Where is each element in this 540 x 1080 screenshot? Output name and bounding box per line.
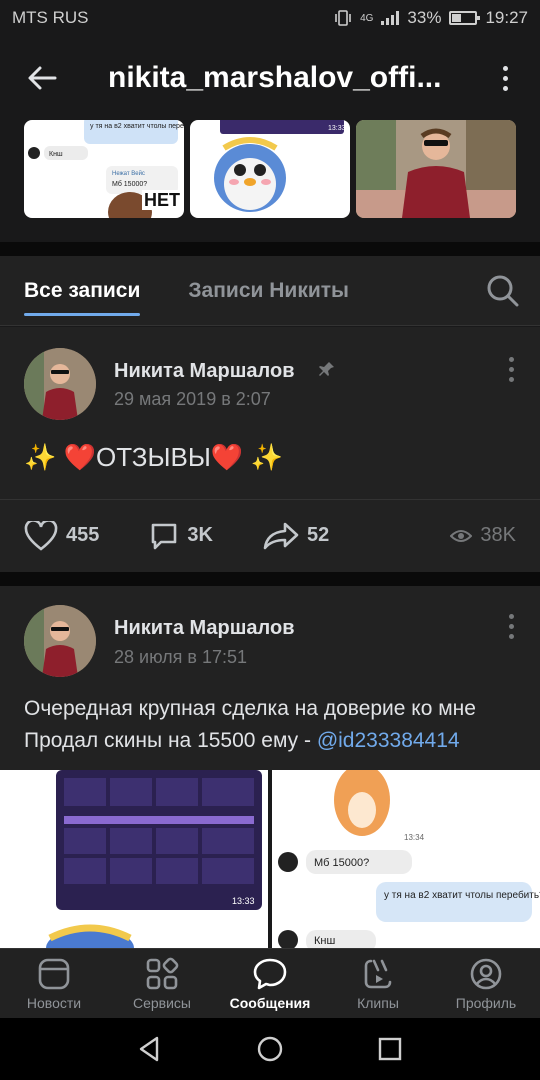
chat-screenshot-image: 13:34 Мб 15000? у тя на в2 хватит чтолы …	[278, 770, 540, 948]
more-menu-button[interactable]	[470, 36, 540, 120]
inventory-time: 13:33	[232, 896, 255, 906]
heart-icon	[24, 520, 58, 551]
pin-icon	[319, 362, 334, 376]
tab-all-posts[interactable]: Все записи	[24, 256, 141, 326]
clock: 19:27	[485, 8, 528, 27]
section-divider	[0, 572, 540, 586]
photo-thumbnail-portrait[interactable]	[356, 120, 516, 218]
more-vertical-icon	[509, 614, 514, 639]
post-text: Очередная крупная сделка на доверие ко м…	[24, 693, 476, 757]
chat-time: 13:34	[404, 833, 425, 842]
chat-screenshot-image: у тя на в2 хватит чтолы перебить? Кнш Не…	[28, 120, 184, 218]
share-button[interactable]: 52	[263, 522, 329, 550]
search-icon	[487, 275, 519, 307]
chat-knsh-text: Кнш	[314, 935, 335, 947]
post-card-pinned: Никита Маршалов 29 мая 2019 в 2:07 ✨ ❤️О…	[0, 327, 540, 572]
post-card: Никита Маршалов 28 июля в 17:51 Очередна…	[0, 586, 540, 770]
post-date: 28 июля в 17:51	[114, 647, 248, 667]
back-button[interactable]	[0, 36, 84, 120]
post-text-main: ОТЗЫВЫ	[95, 442, 211, 472]
system-back-icon[interactable]	[137, 1036, 163, 1062]
arrow-left-icon	[28, 66, 57, 90]
post-author[interactable]: Никита Маршалов	[114, 360, 295, 383]
nav-profile[interactable]: Профиль	[432, 949, 540, 1018]
system-navigation-bar	[0, 1018, 540, 1080]
avatar[interactable]	[24, 605, 96, 677]
like-count: 455	[66, 524, 100, 546]
share-icon	[263, 522, 299, 549]
nav-label: Сервисы	[132, 994, 191, 1011]
carrier-label: MTS RUS	[12, 8, 89, 27]
system-recents-icon[interactable]	[377, 1036, 403, 1062]
view-count: 38K	[480, 524, 516, 546]
top-app-bar: nikita_marshalov_offi...	[0, 36, 540, 120]
nav-news[interactable]: Новости	[0, 949, 108, 1018]
comment-count: 3K	[187, 524, 213, 546]
chat-sender-name: Нежат Вейс	[112, 170, 145, 177]
chat-question-text: у тя на в2 хватит чтолы перебить?	[90, 122, 184, 130]
portrait-photo-image	[356, 120, 516, 218]
post-date: 29 мая 2019 в 2:07	[114, 389, 271, 409]
avatar[interactable]	[24, 348, 96, 420]
nav-label: Клипы	[357, 994, 399, 1011]
photo-thumbnail-sticker[interactable]: 13:33	[190, 120, 350, 218]
photo-strip: у тя на в2 хватит чтолы перебить? Кнш Не…	[0, 120, 540, 242]
comment-icon	[152, 523, 177, 549]
post-menu-button[interactable]	[509, 357, 514, 382]
chat-m6-text: Мб 15000?	[314, 857, 369, 869]
battery-percent: 33%	[407, 8, 442, 27]
nav-messages[interactable]: Сообщения	[216, 949, 324, 1018]
clips-icon	[364, 959, 392, 988]
search-button[interactable]	[486, 274, 520, 313]
more-vertical-icon	[509, 357, 514, 382]
news-icon	[38, 958, 70, 989]
system-home-icon[interactable]	[257, 1036, 283, 1062]
post-text-suffix: ❤️ ✨	[210, 442, 283, 472]
more-vertical-icon	[502, 65, 508, 91]
like-button[interactable]: 455	[24, 520, 100, 551]
post-actions: 455 3K 52 38K	[0, 499, 540, 571]
post-text-line: Очередная крупная сделка на доверие ко м…	[24, 697, 476, 720]
nav-label: Сообщения	[229, 994, 311, 1011]
penguin-sticker-image: 13:33	[214, 120, 346, 212]
views-counter: 38K	[450, 524, 516, 547]
tab-owner-posts[interactable]: Записи Никиты	[188, 256, 349, 326]
section-divider	[0, 242, 540, 256]
nav-services[interactable]: Сервисы	[108, 949, 216, 1018]
nav-label: Новости	[26, 994, 82, 1011]
chat-m6-text: Мб 15000?	[112, 180, 147, 188]
network-label: 4G	[360, 12, 374, 24]
post-text-prefix: ✨ ❤️	[24, 442, 96, 472]
share-count: 52	[306, 524, 330, 546]
inventory-screenshot-image: 13:33	[46, 770, 262, 948]
page-title: nikita_marshalov_offi...	[108, 61, 442, 94]
post-menu-button[interactable]	[509, 614, 514, 639]
battery-icon	[449, 11, 481, 25]
profile-icon	[470, 958, 502, 989]
post-attachments[interactable]: 13:33 13:34 Мб 15000? у тя на в2 хватит …	[0, 770, 540, 948]
nav-clips[interactable]: Клипы	[324, 949, 432, 1018]
messages-icon	[253, 958, 287, 989]
photo-thumbnail-chat[interactable]: у тя на в2 хватит чтолы перебить? Кнш Не…	[24, 120, 184, 218]
sticker-time: 13:33	[328, 125, 346, 132]
post-text: ✨ ❤️ОТЗЫВЫ❤️ ✨	[24, 441, 283, 473]
wall-tabs: Все записи Записи Никиты	[0, 256, 540, 326]
post-author[interactable]: Никита Маршалов	[114, 617, 295, 640]
eye-icon	[450, 529, 473, 542]
signal-icon	[381, 11, 400, 25]
nav-label: Профиль	[455, 994, 517, 1011]
user-mention-link[interactable]: @id233384414	[317, 729, 460, 752]
post-text-line: Продал скины на 15500 ему - @id233384414	[24, 725, 476, 757]
chat-net-text: НЕТ	[144, 190, 180, 210]
post-text-line-2: Продал скины на 15500 ему -	[24, 729, 317, 752]
services-icon	[146, 957, 179, 989]
vibrate-icon	[335, 10, 351, 26]
status-bar: MTS RUS 4G 33% 19:27	[0, 0, 540, 36]
status-icons: 4G 33% 19:27	[334, 8, 528, 28]
chat-knsh-text: Кнш	[49, 151, 63, 158]
chat-question-text: у тя на в2 хватит чтолы перебить?	[384, 889, 540, 901]
bottom-navigation: Новости Сервисы Сообщения Клипы Профиль	[0, 948, 540, 1018]
comment-button[interactable]: 3K	[149, 521, 213, 551]
